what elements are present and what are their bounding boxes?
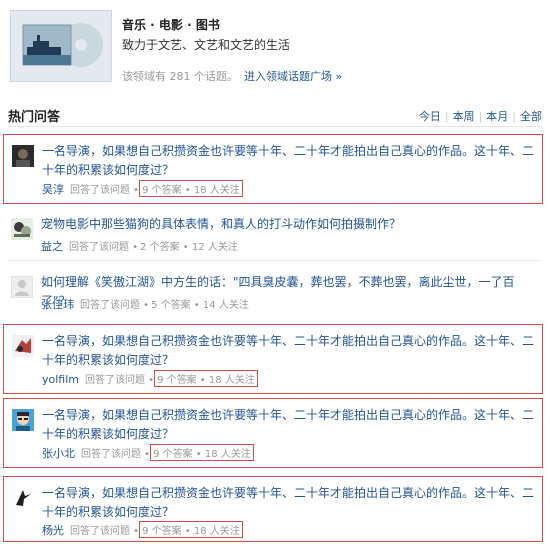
question-link[interactable]: 一名导演，如果想自己积攒资金也许要等十年、二十年才能拍出自己真心的作品。这十年、… (42, 332, 537, 370)
question-item: 一名导演，如果想自己积攒资金也许要等十年、二十年才能拍出自己真心的作品。这十年、… (3, 324, 543, 394)
avatar[interactable] (11, 218, 33, 240)
filter-month[interactable]: 本月 (486, 110, 508, 123)
divider (8, 260, 542, 261)
topic-description: 致力于文艺、文艺和文艺的生活 (122, 38, 291, 52)
question-link[interactable]: 宠物电影中那些猫狗的具体表情，和真人的打斗动作如何拍摄制作？ (41, 215, 536, 234)
question-stats: 9 个答案 • 18 人关注 (150, 444, 254, 461)
answer-action: 回答了该问题 • (80, 300, 150, 311)
question-item: 一名导演，如果想自己积攒资金也许要等十年、二十年才能拍出自己真心的作品。这十年、… (3, 398, 543, 468)
answer-meta: 张佳玮 回答了该问题 • 5 个答案 • 14 人关注 (41, 296, 251, 312)
answer-meta: 益之 回答了该问题 • 2 个答案 • 12 人关注 (41, 238, 240, 254)
question-stats: 9 个答案 • 18 人关注 (139, 180, 243, 197)
answer-meta: 张小北 回答了该问题 • 9 个答案 • 18 人关注 (42, 444, 254, 461)
avatar[interactable] (12, 145, 34, 167)
topic-cover-image (10, 10, 112, 82)
answer-meta: yolfilm 回答了该问题 • 9 个答案 • 18 人关注 (42, 370, 258, 387)
filter-week[interactable]: 本周 (453, 110, 475, 123)
question-stats: 5 个答案 • 14 人关注 (151, 300, 249, 311)
section-title: 热门问答 (8, 110, 61, 125)
answer-user[interactable]: 益之 (41, 240, 63, 253)
time-filters: 今日 | 本周 | 本月 | 全部 (419, 108, 542, 124)
avatar[interactable] (12, 335, 34, 357)
topic-meta: 该领域有 281 个话题。 进入领域话题广场 » (122, 68, 342, 84)
filter-separator: | (512, 110, 516, 123)
question-item: 宠物电影中那些猫狗的具体表情，和真人的打斗动作如何拍摄制作？ 益之 回答了该问题 … (3, 208, 541, 258)
answer-action: 回答了该问题 • (69, 242, 139, 253)
answer-action: 回答了该问题 • (81, 449, 151, 460)
topic-title[interactable]: 音乐 · 电影 · 图书 (122, 16, 220, 33)
filter-separator: | (478, 110, 483, 123)
answer-user[interactable]: 吴淳 (42, 183, 64, 196)
topic-square-link[interactable]: 进入领域话题广场 » (244, 70, 342, 83)
answer-meta: 杨光 回答了该问题 • 9 个答案 • 18 人关注 (42, 521, 243, 538)
question-stats: 9 个答案 • 18 人关注 (154, 370, 258, 387)
question-link[interactable]: 一名导演，如果想自己积攒资金也许要等十年、二十年才能拍出自己真心的作品。这十年、… (42, 142, 537, 180)
question-item: 一名导演，如果想自己积攒资金也许要等十年、二十年才能拍出自己真心的作品。这十年、… (3, 134, 543, 204)
question-stats: 9 个答案 • 18 人关注 (139, 521, 243, 538)
filter-separator: | (444, 110, 449, 123)
answer-user[interactable]: yolfilm (42, 373, 79, 386)
answer-user[interactable]: 张小北 (42, 447, 75, 460)
answer-meta: 吴淳 回答了该问题 • 9 个答案 • 18 人关注 (42, 180, 243, 197)
filter-today[interactable]: 今日 (419, 110, 441, 123)
question-stats: 2 个答案 • 12 人关注 (140, 242, 238, 253)
question-item: 一名导演，如果想自己积攒资金也许要等十年、二十年才能拍出自己真心的作品。这十年、… (3, 476, 543, 542)
answer-user[interactable]: 张佳玮 (41, 298, 74, 311)
topic-count: 该领域有 281 个话题。 (122, 70, 238, 83)
avatar[interactable] (11, 276, 33, 298)
avatar[interactable] (12, 487, 34, 509)
answer-action: 回答了该问题 • (70, 526, 140, 537)
topic-header: 音乐 · 电影 · 图书 致力于文艺、文艺和文艺的生活 该领域有 281 个话题… (10, 10, 540, 86)
avatar[interactable] (12, 409, 34, 431)
question-link[interactable]: 一名导演，如果想自己积攒资金也许要等十年、二十年才能拍出自己真心的作品。这十年、… (42, 484, 537, 522)
answer-action: 回答了该问题 • (70, 185, 140, 196)
question-link[interactable]: 一名导演，如果想自己积攒资金也许要等十年、二十年才能拍出自己真心的作品。这十年、… (42, 406, 537, 444)
hot-qa-header: 热门问答 今日 | 本周 | 本月 | 全部 (8, 104, 542, 127)
answer-user[interactable]: 杨光 (42, 524, 64, 537)
question-item: 如何理解《笑傲江湖》中方生的话："四具臭皮囊，葬也罢，不葬也罢，离此尘世，一了百… (3, 266, 541, 316)
answer-action: 回答了该问题 • (85, 375, 155, 386)
filter-all[interactable]: 全部 (520, 110, 542, 123)
